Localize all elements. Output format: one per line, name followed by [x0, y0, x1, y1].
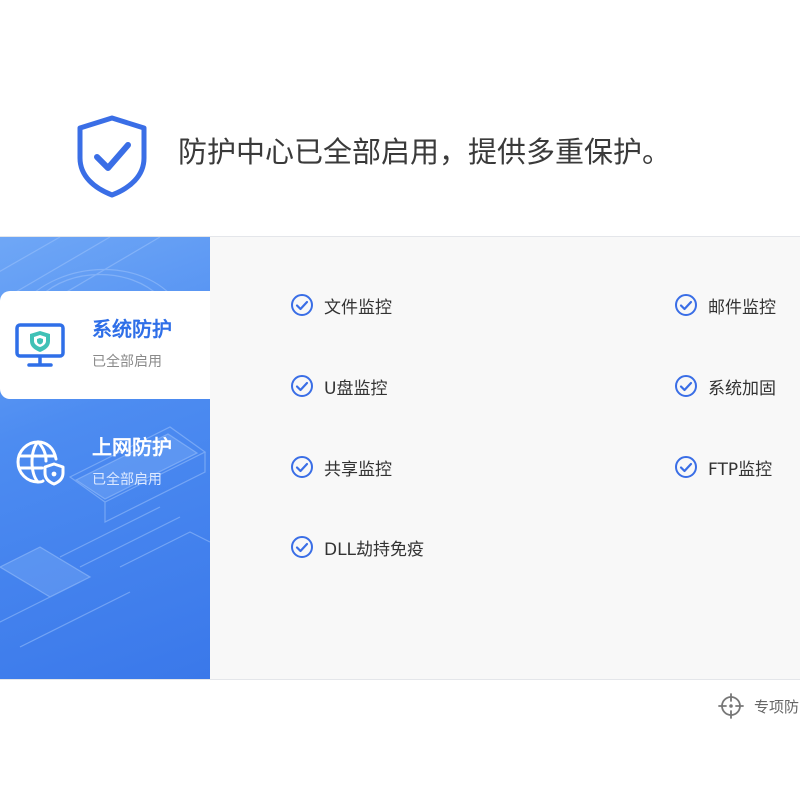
feature-label: 邮件监控 — [708, 297, 776, 318]
check-circle-icon — [675, 375, 697, 397]
check-circle-icon — [675, 456, 697, 478]
special-protection-label: 专项防 — [754, 697, 800, 716]
feature-label: 文件监控 — [324, 297, 392, 318]
feature-label: U盘监控 — [324, 378, 388, 399]
sidebar: 系统防护 已全部启用 上网防护 已全部启用 — [0, 237, 210, 679]
sidebar-item-system-protection[interactable]: 系统防护 已全部启用 — [0, 291, 210, 399]
protection-panel: 系统防护 已全部启用 上网防护 已全部启用 文件监控 邮件监控 U盘监控 系统加… — [0, 236, 800, 680]
crosshair-icon — [718, 693, 744, 719]
feature-label: 系统加固 — [708, 378, 776, 399]
page-title: 防护中心已全部启用，提供多重保护。 — [178, 135, 672, 169]
sidebar-item-web-protection[interactable]: 上网防护 已全部启用 — [0, 409, 210, 517]
check-circle-icon — [291, 456, 313, 478]
feature-mail-monitor: 邮件监控 — [674, 291, 776, 319]
check-circle-icon — [291, 536, 313, 558]
feature-ftp-monitor: FTP监控 — [674, 453, 772, 481]
check-circle-icon — [291, 294, 313, 316]
sidebar-item-title: 系统防护 — [92, 317, 172, 341]
check-circle-icon — [675, 294, 697, 316]
feature-dll-hijack-immunity: DLL劫持免疫 — [290, 533, 424, 561]
feature-system-hardening: 系统加固 — [674, 372, 776, 400]
feature-file-monitor: 文件监控 — [290, 291, 392, 319]
feature-label: FTP监控 — [708, 459, 773, 480]
special-protection-link[interactable]: 专项防 — [718, 692, 799, 720]
monitor-shield-icon — [15, 323, 65, 367]
sidebar-item-title: 上网防护 — [92, 435, 172, 459]
globe-shield-icon — [16, 440, 65, 486]
feature-share-monitor: 共享监控 — [290, 453, 392, 481]
feature-label: 共享监控 — [324, 459, 392, 480]
header: 防护中心已全部启用，提供多重保护。 — [0, 0, 800, 236]
check-circle-icon — [291, 375, 313, 397]
feature-label: DLL劫持免疫 — [324, 539, 425, 560]
feature-usb-monitor: U盘监控 — [290, 372, 387, 400]
sidebar-item-status: 已全部启用 — [92, 472, 162, 488]
sidebar-item-status: 已全部启用 — [92, 354, 162, 370]
shield-check-icon — [77, 115, 147, 198]
